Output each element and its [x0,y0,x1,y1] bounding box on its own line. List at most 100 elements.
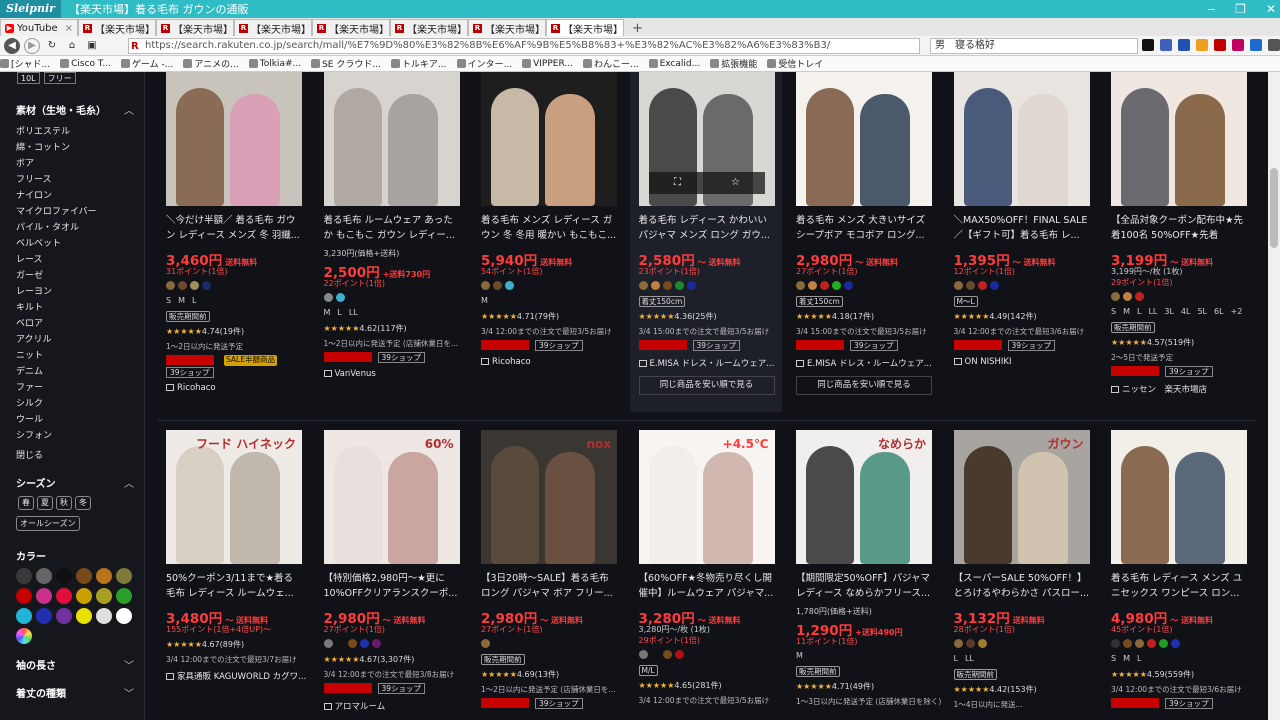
material-option[interactable]: ナイロン [16,188,52,204]
bookmark-item[interactable]: Cisco T... [60,59,111,69]
material-option[interactable]: レース [16,252,43,268]
color-dot[interactable] [1135,639,1144,648]
browser-tab[interactable]: R【楽天市場】着る...× [234,19,312,36]
color-dot[interactable] [1123,292,1132,301]
color-dot[interactable] [493,281,502,290]
material-option[interactable]: 綿・コットン [16,140,70,156]
back-icon[interactable]: ◀ [4,37,20,54]
rating[interactable]: ★★★★★4.42(153件) [954,684,1037,695]
rating[interactable]: ★★★★★4.49(142件) [954,311,1037,322]
color-dot[interactable] [371,639,381,648]
color-dot[interactable] [178,281,187,290]
color-dot[interactable] [335,293,345,302]
material-option[interactable]: ファー [16,380,43,396]
color-swatch[interactable] [76,608,92,624]
favorite-icon[interactable]: ☆ [707,172,765,194]
color-swatch[interactable] [16,608,32,624]
search-input[interactable]: 男 寝る格好 [930,38,1138,54]
product-name[interactable]: 着る毛布 メンズ レディース ガウン 冬 冬用 暖かい もこもこ... [481,213,617,243]
home-icon[interactable]: ⌂ [64,38,80,54]
close-window-button[interactable]: ✕ [1266,0,1276,18]
color-swatch[interactable] [96,588,112,604]
material-option[interactable]: ポリエステル [16,124,70,140]
product-image[interactable]: ⛶ ☆ [638,72,775,206]
color-swatch[interactable] [96,568,112,584]
material-option[interactable]: アクリル [16,332,52,348]
color-dot[interactable] [796,281,805,290]
color-dot[interactable] [638,650,648,659]
color-dot[interactable] [820,281,829,290]
season-chip[interactable]: 春 [18,496,34,510]
color-dot[interactable] [1159,639,1168,648]
material-option[interactable]: キルト [16,300,43,316]
mail-icon[interactable] [1250,39,1262,51]
scrollbar-thumb[interactable] [1270,168,1278,248]
color-dot[interactable] [965,639,975,648]
material-option[interactable]: パイル・タオル [16,220,79,236]
season-chip[interactable]: 冬 [75,496,91,510]
product-name[interactable]: 【全品対象クーポン配布中★先着100名 50%OFF★先着3,00... [1111,213,1247,243]
rating[interactable]: ★★★★★4.71(49件) [796,681,874,692]
multicolor-swatch[interactable] [16,628,32,644]
product-name[interactable]: ＼今だけ半額／ 着る毛布 ガウン レディース メンズ 冬 羽織... [166,213,302,243]
product-image[interactable]: nox [481,430,617,564]
product-card[interactable]: nox 【3日20時〜SALE】着る毛布 ロング パジャマ ボア フリー... 2,… [481,430,621,720]
product-image[interactable]: ガウン [953,430,1090,564]
maximize-button[interactable]: ❐ [1235,0,1246,18]
length-header[interactable]: 着丈の種類 ﹀ [16,685,134,700]
material-option[interactable]: マイクロファイバー [16,204,97,220]
material-option[interactable]: ベロア [16,316,43,332]
color-dot[interactable] [650,650,660,659]
color-dot[interactable] [359,639,369,648]
rating[interactable]: ★★★★★4.74(19件) [166,326,244,337]
color-dot[interactable] [686,281,696,290]
color-dot[interactable] [481,281,490,290]
rating[interactable]: ★★★★★4.62(117件) [324,323,407,334]
store-name[interactable]: 家具通販 KAGUWORLD カグワ... [166,670,306,682]
browser-tab[interactable]: R【楽天市場】着る...× [546,19,624,36]
browser-tab[interactable]: R【楽天市場】着る...× [78,19,156,36]
product-image[interactable] [166,72,302,206]
store-name[interactable]: Ricohaco [166,383,216,393]
material-option[interactable]: シルク [16,396,43,412]
color-dot[interactable] [190,281,199,290]
sleeve-header[interactable]: 袖の長さ ﹀ [16,657,134,672]
color-swatch[interactable] [36,588,52,604]
bookmark-item[interactable]: [シャド... [0,57,50,70]
rating[interactable]: ★★★★★4.67(3,307件) [324,654,415,665]
rating[interactable]: ★★★★★4.59(559件) [1111,669,1194,680]
close-link[interactable]: 閉じる [16,448,43,461]
product-name[interactable]: 【期間限定50%OFF】パジャマ レディース なめらかフリース... [796,571,932,601]
size-chip[interactable]: フリー [43,72,76,84]
rating[interactable]: ★★★★★4.71(79件) [481,311,559,322]
product-card[interactable]: 【全品対象クーポン配布中★先着100名 50%OFF★先着3,00... 3,19… [1111,72,1251,395]
color-swatch[interactable] [116,608,132,624]
color-swatch[interactable] [36,568,52,584]
same-item-cheapest-button[interactable]: 同じ商品を安い順で見る [796,376,932,395]
color-swatch[interactable] [76,568,92,584]
rating[interactable]: ★★★★★4.57(519件) [1111,337,1194,348]
address-input[interactable]: R https://search.rakuten.co.jp/search/ma… [128,38,920,54]
season-header[interactable]: シーズン ︿ [16,475,134,490]
bookmark-item[interactable]: VIPPER... [522,59,573,69]
product-image[interactable] [1111,72,1247,206]
expand-icon[interactable]: ⛶ [649,172,707,194]
product-name[interactable]: 【60%OFF★冬物売り尽くし開催中】ルームウェア パジャマ... [639,571,775,601]
material-option[interactable]: ボア [16,156,34,172]
browser-tab[interactable]: ▶ YouTube × [0,19,78,36]
store-name[interactable]: E.MISA ドレス・ルームウェア... [796,357,932,369]
color-dot[interactable] [347,639,357,648]
rakuten-icon[interactable] [1214,39,1226,51]
same-item-cheapest-button[interactable]: 同じ商品を安い順で見る [638,376,775,395]
y-icon[interactable] [1232,39,1244,51]
bookmark-item[interactable]: Tolkia#... [248,59,301,69]
color-dot[interactable] [1171,639,1180,648]
save-icon[interactable]: ▣ [84,38,100,54]
color-swatch[interactable] [56,568,72,584]
product-card[interactable]: +4.5℃ 【60%OFF★冬物売り尽くし開催中】ルームウェア パジャマ... 3,… [638,430,779,720]
color-dot[interactable] [202,281,211,290]
color-dot[interactable] [1147,639,1156,648]
color-swatch[interactable] [36,608,52,624]
product-name[interactable]: 着る毛布 メンズ 大きいサイズ シープボア モコボア ロング... [796,213,932,243]
color-dot[interactable] [505,281,514,290]
